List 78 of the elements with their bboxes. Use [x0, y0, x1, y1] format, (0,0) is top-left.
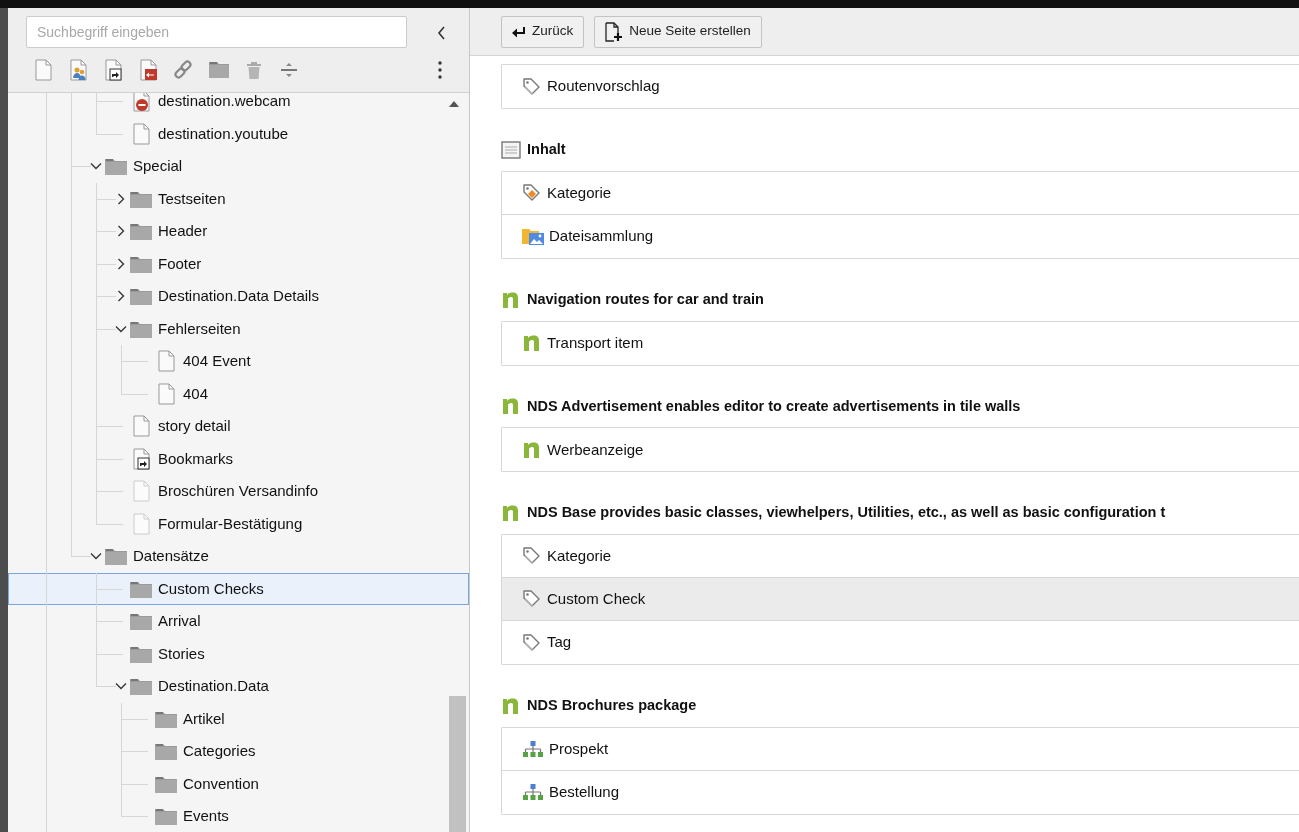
tree-item[interactable]: destination.webcam — [8, 93, 469, 118]
page-arrow-icon — [138, 59, 159, 81]
section-heading: Inhalt — [527, 140, 566, 159]
tree-item[interactable]: Artikel — [8, 702, 469, 735]
tree-item[interactable]: 404 Event — [8, 345, 469, 378]
page-plus-icon — [605, 21, 624, 42]
sitemap-icon — [522, 738, 544, 759]
shortcut-page-icon — [103, 59, 124, 81]
tree-item[interactable]: Destination.Data Details — [8, 280, 469, 313]
expand-toggle-icon[interactable] — [115, 290, 127, 303]
page-icon — [157, 382, 176, 405]
folder-icon — [105, 546, 127, 567]
tree-item[interactable]: Arrival — [8, 605, 469, 638]
tree-item[interactable]: Testseiten — [8, 182, 469, 215]
section-heading: NDS Brochures package — [527, 696, 697, 715]
shortcut-page-icon — [132, 447, 151, 470]
text-document-icon — [501, 140, 521, 159]
tree-item[interactable]: Bookmarks — [8, 442, 469, 475]
tree-item[interactable]: Destination.Data — [8, 670, 469, 703]
tree-item[interactable]: 404 — [8, 377, 469, 410]
folder-icon — [130, 286, 152, 307]
link-icon — [173, 59, 194, 81]
expand-toggle-icon[interactable] — [115, 257, 127, 270]
tag-icon — [522, 76, 542, 97]
tree-item[interactable]: Custom Checks — [8, 572, 469, 605]
tree-item[interactable]: Stories — [8, 637, 469, 670]
tree-item[interactable]: story detail — [8, 410, 469, 443]
folder-icon — [130, 676, 152, 697]
page-icon — [132, 122, 151, 145]
expand-toggle-icon[interactable] — [115, 192, 127, 205]
folder-icon — [208, 59, 229, 81]
folder-icon — [130, 221, 152, 242]
record-type-item[interactable]: Kategorie — [502, 171, 1299, 215]
tag-icon — [522, 589, 542, 609]
record-type-item[interactable]: Kategorie — [502, 535, 1299, 578]
page-icon — [157, 350, 176, 373]
tree-item[interactable]: Broschüren Versandinfo — [8, 475, 469, 508]
tree-item[interactable]: Fehlerseiten — [8, 312, 469, 345]
tree-item[interactable]: Special — [8, 150, 469, 183]
tree-item[interactable]: Header — [8, 215, 469, 248]
folder-icon — [155, 741, 177, 762]
section-heading: Navigation routes for car and train — [527, 289, 764, 309]
letter-n-logo-icon — [501, 396, 521, 417]
scrollbar-thumb[interactable] — [449, 696, 466, 832]
folder-icon — [155, 806, 177, 827]
kebab-icon — [437, 61, 442, 79]
tree-item[interactable]: Convention — [8, 767, 469, 800]
tree-item[interactable]: Formular-Bestätigung — [8, 507, 469, 540]
new-page-button[interactable]: Neue Seite erstellen — [594, 15, 762, 48]
image-folder-icon — [522, 226, 544, 247]
section-heading: NDS Base provides basic classes, viewhelpers, Utilities, etc., as well as basic configuration t — [527, 503, 1166, 523]
scroll-up-arrow-icon[interactable] — [449, 101, 459, 107]
search-field[interactable]: Suchbegriff eingeben — [26, 16, 407, 48]
return-arrow-icon — [512, 25, 526, 38]
letter-n-logo-icon — [501, 503, 521, 524]
tag-icon — [522, 632, 542, 653]
tree-item[interactable]: Categories — [8, 735, 469, 768]
letter-n-logo-icon — [522, 333, 542, 353]
chevron-left-icon — [437, 25, 446, 40]
sitemap-icon — [522, 782, 544, 803]
page-icon — [132, 480, 151, 503]
section-heading: NDS Advertisement enables editor to create advertisements in tile walls — [527, 396, 1021, 416]
page-icon — [33, 59, 54, 81]
record-type-item[interactable]: Custom Check — [502, 578, 1299, 621]
back-button[interactable]: Zurück — [501, 15, 585, 48]
folder-icon — [130, 611, 152, 632]
expand-toggle-icon[interactable] — [115, 225, 127, 238]
tag-icon — [522, 182, 542, 203]
tree-item[interactable]: Datensätze — [8, 540, 469, 573]
folder-icon — [105, 156, 127, 177]
tree-item[interactable]: Footer — [8, 247, 469, 280]
tree-item[interactable]: Events — [8, 800, 469, 832]
tag-icon — [522, 546, 542, 566]
page-icon — [132, 512, 151, 535]
record-type-item[interactable]: Prospekt — [502, 727, 1299, 771]
tree-item[interactable]: destination.youtube — [8, 117, 469, 150]
page-users-icon — [68, 59, 89, 81]
page-icon — [132, 415, 151, 438]
